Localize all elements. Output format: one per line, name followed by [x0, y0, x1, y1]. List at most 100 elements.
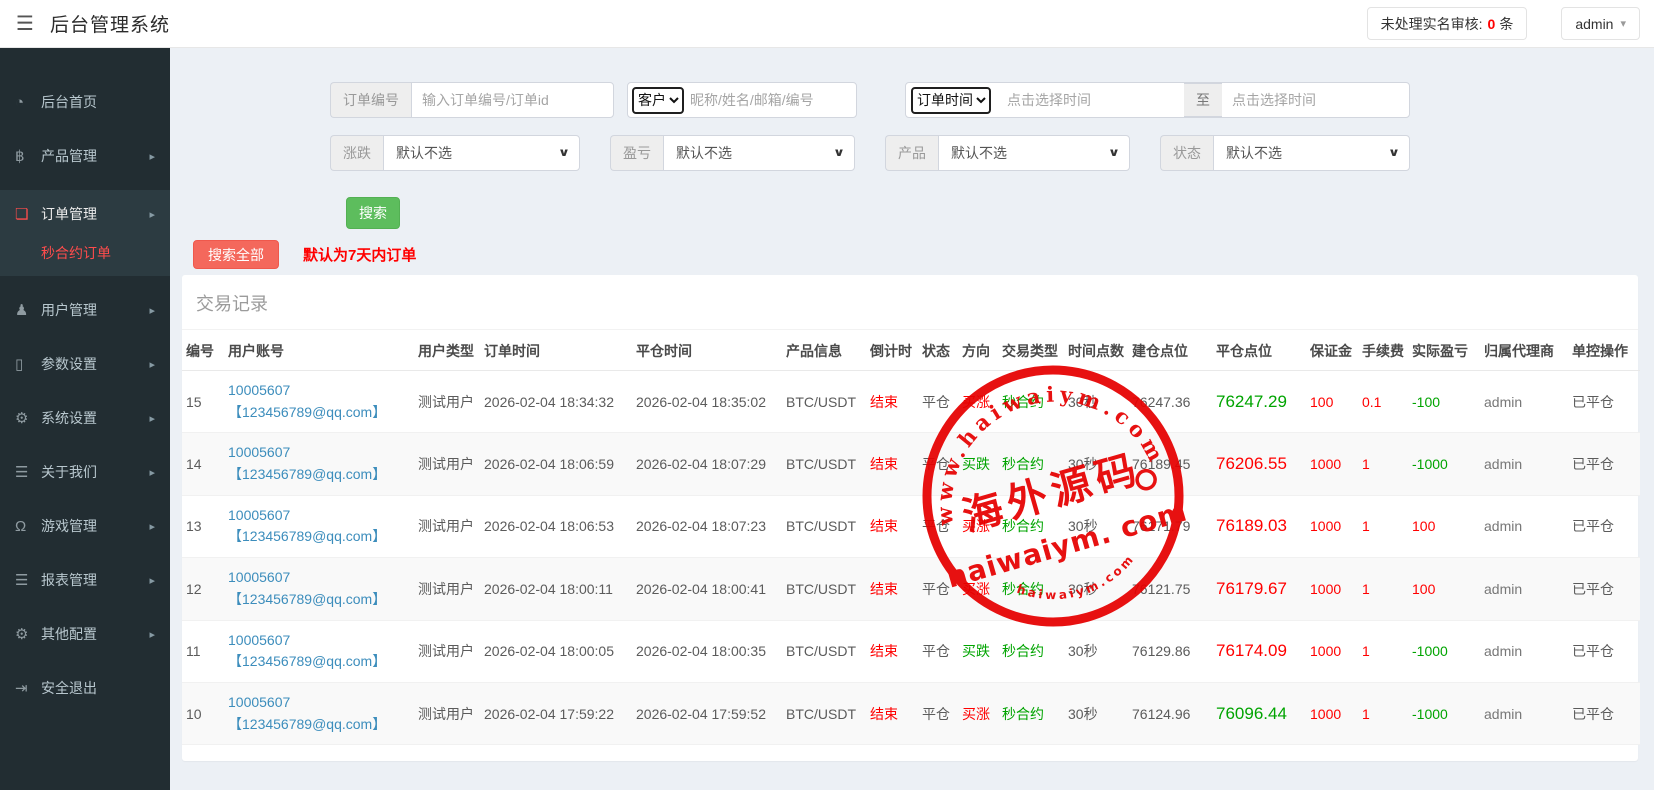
product-select[interactable]: 默认不选: [938, 135, 1130, 171]
cell-close-time: 2026-02-04 18:00:41: [632, 558, 782, 620]
cell-duration: 30秒: [1064, 371, 1128, 433]
cell-direction: 买跌: [958, 433, 998, 495]
account-link[interactable]: 10005607: [228, 442, 410, 464]
time-from-input[interactable]: [997, 92, 1184, 108]
sidebar-item-other-config[interactable]: ⚙ 其他配置 ▸: [0, 614, 170, 654]
sign-out-icon: ⇥: [15, 679, 41, 697]
sidebar-item-label: 后台首页: [41, 92, 97, 112]
cell-agent: admin: [1480, 620, 1568, 682]
column-header: 实际盈亏: [1408, 330, 1480, 371]
user-menu-label: admin: [1575, 16, 1613, 32]
panel-title: 交易记录: [182, 275, 1638, 330]
cell-close-price: 76189.03: [1212, 495, 1306, 557]
cell-direction: 买跌: [958, 620, 998, 682]
trade-table: 编号用户账号用户类型订单时间平仓时间产品信息倒计时状态方向交易类型时间点数建仓点…: [182, 330, 1640, 745]
account-link[interactable]: 10005607: [228, 692, 410, 714]
sidebar-item-reports[interactable]: ☰ 报表管理 ▸: [0, 560, 170, 600]
chevron-right-icon: ▸: [149, 150, 155, 163]
sidebar-item-products[interactable]: ฿ 产品管理 ▸: [0, 136, 170, 176]
updown-label: 涨跌: [330, 135, 383, 171]
sidebar-item-parameters[interactable]: ▯ 参数设置 ▸: [0, 344, 170, 384]
cell-user-type: 测试用户: [414, 620, 480, 682]
chevron-right-icon: ▸: [149, 358, 155, 371]
updown-select[interactable]: 默认不选: [383, 135, 580, 171]
sidebar-item-users[interactable]: ♟ 用户管理 ▸: [0, 290, 170, 330]
account-email-link[interactable]: 【123456789@qq.com】: [228, 651, 410, 673]
hamburger-menu-icon[interactable]: ☰: [16, 11, 34, 36]
sidebar-active-group: ❏ 订单管理 ▸ 秒合约订单: [0, 190, 170, 276]
cell-open-price: 76124.96: [1128, 682, 1212, 744]
account-email-link[interactable]: 【123456789@qq.com】: [228, 714, 410, 736]
search-button[interactable]: 搜索: [346, 197, 400, 229]
search-filters: 订单编号 客户 订单时间 至 涨跌 默认: [170, 82, 1654, 269]
column-header: 保证金: [1306, 330, 1358, 371]
account-link[interactable]: 10005607: [228, 380, 410, 402]
cell-status: 平仓: [918, 495, 958, 557]
column-header: 倒计时: [866, 330, 918, 371]
cell-trade-type: 秒合约: [998, 433, 1064, 495]
table-row: 12 10005607 【123456789@qq.com】 测试用户 2026…: [182, 558, 1640, 620]
profit-select[interactable]: 默认不选: [663, 135, 855, 171]
cell-open-price: 76121.75: [1128, 558, 1212, 620]
cell-product: BTC/USDT: [782, 558, 866, 620]
profit-group: 盈亏 默认不选 ∨: [610, 135, 855, 171]
order-no-input[interactable]: [411, 82, 614, 118]
status-select[interactable]: 默认不选: [1213, 135, 1410, 171]
cell-trade-type: 秒合约: [998, 620, 1064, 682]
chevron-right-icon: ▸: [149, 208, 155, 221]
cell-pnl: -1000: [1408, 433, 1480, 495]
sidebar-subitem-second-contract-orders[interactable]: 秒合约订单: [0, 234, 170, 272]
cell-agent: admin: [1480, 433, 1568, 495]
customer-keyword-input[interactable]: [690, 92, 852, 108]
sidebar-item-about-us[interactable]: ☰ 关于我们 ▸: [0, 452, 170, 492]
cell-trade-type: 秒合约: [998, 558, 1064, 620]
sidebar-item-label: 其他配置: [41, 624, 97, 644]
sidebar-item-label: 报表管理: [41, 570, 97, 590]
sidebar-item-label: 关于我们: [41, 462, 97, 482]
cell-fee: 0.1: [1358, 371, 1408, 433]
account-email-link[interactable]: 【123456789@qq.com】: [228, 464, 410, 486]
list-icon: ☰: [15, 463, 41, 481]
time-type-select[interactable]: 订单时间: [911, 87, 991, 114]
account-email-link[interactable]: 【123456789@qq.com】: [228, 402, 410, 424]
column-header: 手续费: [1358, 330, 1408, 371]
account-email-link[interactable]: 【123456789@qq.com】: [228, 589, 410, 611]
cell-id: 13: [182, 495, 224, 557]
cell-open-price: 76171.79: [1128, 495, 1212, 557]
cell-status: 平仓: [918, 433, 958, 495]
cell-close-price: 76247.29: [1212, 371, 1306, 433]
table-row: 10 10005607 【123456789@qq.com】 测试用户 2026…: [182, 682, 1640, 744]
cell-pnl: -1000: [1408, 620, 1480, 682]
updown-group: 涨跌 默认不选 ∨: [330, 135, 580, 171]
cell-status: 平仓: [918, 620, 958, 682]
time-to-input[interactable]: [1222, 92, 1409, 108]
column-header: 交易类型: [998, 330, 1064, 371]
account-email-link[interactable]: 【123456789@qq.com】: [228, 526, 410, 548]
sidebar-item-logout[interactable]: ⇥ 安全退出: [0, 668, 170, 708]
cell-margin: 1000: [1306, 495, 1358, 557]
column-header: 用户账号: [224, 330, 414, 371]
account-link[interactable]: 10005607: [228, 630, 410, 652]
cell-pnl: 100: [1408, 495, 1480, 557]
sidebar-item-system-settings[interactable]: ⚙ 系统设置 ▸: [0, 398, 170, 438]
profit-label: 盈亏: [610, 135, 663, 171]
sidebar-item-dashboard[interactable]: ◔ 后台首页: [0, 82, 170, 122]
sidebar-item-orders[interactable]: ❏ 订单管理 ▸: [0, 194, 170, 234]
customer-type-select[interactable]: 客户: [632, 87, 684, 114]
cell-duration: 30秒: [1064, 682, 1128, 744]
account-link[interactable]: 10005607: [228, 567, 410, 589]
sidebar-item-game-management[interactable]: Ω 游戏管理 ▸: [0, 506, 170, 546]
dashboard-icon: ◔: [15, 94, 41, 111]
cell-duration: 30秒: [1064, 495, 1128, 557]
product-group: 产品 默认不选 ∨: [885, 135, 1130, 171]
cell-product: BTC/USDT: [782, 620, 866, 682]
column-header: 建仓点位: [1128, 330, 1212, 371]
audit-notice-badge[interactable]: 未处理实名审核: 0 条: [1367, 7, 1528, 40]
cell-margin: 1000: [1306, 433, 1358, 495]
account-link[interactable]: 10005607: [228, 505, 410, 527]
chevron-right-icon: ▸: [149, 574, 155, 587]
search-all-button[interactable]: 搜索全部: [193, 240, 279, 269]
chevron-right-icon: ▸: [149, 628, 155, 641]
user-menu[interactable]: admin ▾: [1561, 7, 1640, 40]
column-header: 平仓时间: [632, 330, 782, 371]
